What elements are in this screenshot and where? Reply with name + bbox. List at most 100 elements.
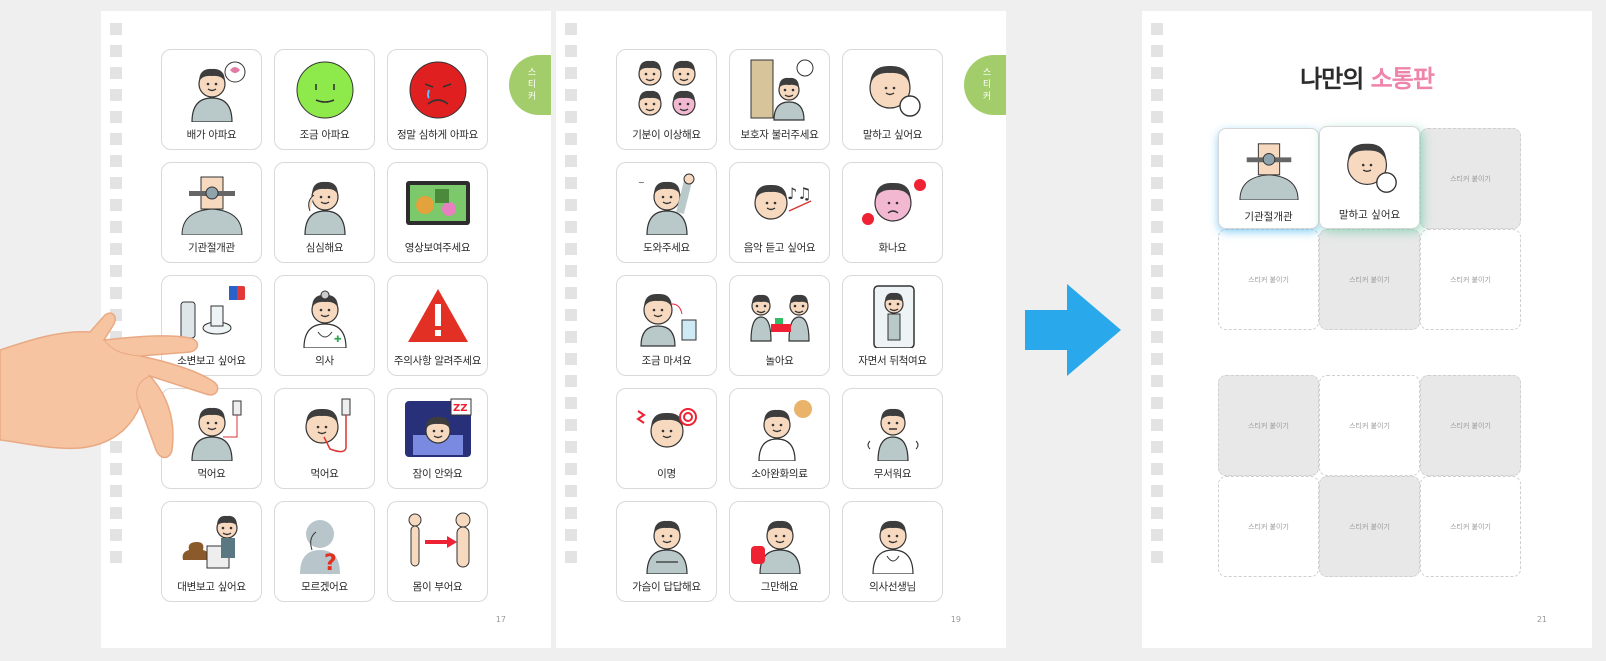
sticker-card[interactable]: 말하고 싶어요 <box>842 49 943 150</box>
sticker-card[interactable]: 의사선생님 <box>842 501 943 602</box>
sticker-label: 기분이 이상해요 <box>632 129 701 141</box>
sticker-card[interactable]: 조금 아파요 <box>274 49 375 150</box>
sticker-card[interactable]: ZZ 잠이 안와요 <box>387 388 488 489</box>
sticker-card[interactable]: 그만해요 <box>729 501 830 602</box>
sticker-label: 조금 마셔요 <box>641 355 692 367</box>
page-21: 나만의 소통판 기관절개관 말하고 싶어요 스티커 붙이기 스티커 붙이기 스티… <box>1142 11 1592 648</box>
sticker-label: 정말 심하게 아파요 <box>397 129 478 141</box>
sticker-label: 가슴이 답답해요 <box>632 581 701 593</box>
toss-turn-icon <box>857 283 929 349</box>
sticker-label: 영상보여주세요 <box>404 242 471 254</box>
sticker-card[interactable]: 무서워요 <box>842 388 943 489</box>
sticker-card[interactable]: ✚ 의사 <box>274 275 375 376</box>
play-icon <box>744 283 816 349</box>
sticker-card[interactable]: 보호자 불러주세요 <box>729 49 830 150</box>
sticker-slot[interactable]: 스티커 붙이기 <box>1319 375 1420 476</box>
sticker-slot[interactable]: 스티커 붙이기 <box>1319 476 1420 577</box>
red-face-icon <box>402 57 474 123</box>
sticker-card[interactable]: 소아완화의료 <box>729 388 830 489</box>
swelling-icon <box>402 509 474 575</box>
sticker-card[interactable]: 기분이 이상해요 <box>616 49 717 150</box>
warning-icon <box>402 283 474 349</box>
sticker-label: 모르겠어요 <box>301 581 348 593</box>
sticker-card[interactable]: 기관절개관 <box>161 162 262 263</box>
sticker-grid: 기분이 이상해요 보호자 불러주세요 말하고 싶어요 ~ 도와주세요 ♪♫ 음악 듣… <box>616 49 943 602</box>
sticker-label: 의사선생님 <box>869 581 916 593</box>
svg-text:~: ~ <box>638 178 645 187</box>
sticker-card[interactable]: 화나요 <box>842 162 943 263</box>
page-number: 17 <box>495 615 506 624</box>
placed-sticker[interactable]: 기관절개관 <box>1218 128 1319 229</box>
communication-board-top: 기관절개관 말하고 싶어요 스티커 붙이기 스티커 붙이기 스티커 붙이기 스티… <box>1218 126 1521 330</box>
sticker-label: 무서워요 <box>873 468 912 480</box>
sticker-card[interactable]: 영상보여주세요 <box>387 162 488 263</box>
binding-holes <box>565 23 577 563</box>
svg-text:?: ? <box>324 551 337 574</box>
sticker-card[interactable]: ♪♫ 음악 듣고 싶어요 <box>729 162 830 263</box>
sticker-slot[interactable]: 스티커 붙이기 <box>1420 229 1521 330</box>
sticker-card[interactable]: 배가 아파요 <box>161 49 262 150</box>
chest-tight-icon <box>631 509 703 575</box>
sticker-card[interactable]: 자면서 뒤척여요 <box>842 275 943 376</box>
drink-icon <box>631 283 703 349</box>
sticker-card[interactable]: 조금 마셔요 <box>616 275 717 376</box>
sticker-label: 화나요 <box>878 242 907 254</box>
help-icon: ~ <box>631 170 703 236</box>
sticker-label: 잠이 안와요 <box>412 468 463 480</box>
sticker-slot[interactable]: 스티커 붙이기 <box>1420 128 1521 229</box>
sticker-label: 조금 아파요 <box>299 129 350 141</box>
sticker-slot[interactable]: 스티커 붙이기 <box>1319 229 1420 330</box>
sticker-label: 주의사항 알려주세요 <box>393 355 482 367</box>
sticker-label: 심심해요 <box>305 242 344 254</box>
angry-icon <box>857 170 929 236</box>
call-guardian-icon <box>744 57 816 123</box>
sticker-card[interactable]: 놀아요 <box>729 275 830 376</box>
sticker-label: 대변보고 싶어요 <box>177 581 246 593</box>
sticker-card[interactable]: 먹어요 <box>274 388 375 489</box>
sticker-card[interactable]: 가슴이 답답해요 <box>616 501 717 602</box>
sticker-label: 이명 <box>657 468 676 480</box>
sticker-slot[interactable]: 스티커 붙이기 <box>1218 375 1319 476</box>
sticker-card[interactable]: 심심해요 <box>274 162 375 263</box>
tube-feeding-icon <box>289 396 361 462</box>
sticker-label: 먹어요 <box>310 468 339 480</box>
sticker-slot[interactable]: 스티커 붙이기 <box>1420 375 1521 476</box>
placed-sticker[interactable]: 말하고 싶어요 <box>1319 126 1420 229</box>
sticker-card[interactable]: 주의사항 알려주세요 <box>387 275 488 376</box>
want-talk-icon <box>1330 135 1410 199</box>
bored-icon <box>289 170 361 236</box>
sticker-tab[interactable]: 스티커 <box>509 55 551 115</box>
sticker-label: 소아완화의료 <box>751 468 808 480</box>
sticker-slot[interactable]: 스티커 붙이기 <box>1218 229 1319 330</box>
tracheostomy-icon <box>1229 137 1309 201</box>
sticker-card[interactable]: 정말 심하게 아파요 <box>387 49 488 150</box>
sticker-slot[interactable]: 스티커 붙이기 <box>1218 476 1319 577</box>
doctor-icon: ✚ <box>289 283 361 349</box>
doctor-female-icon <box>857 509 929 575</box>
sticker-label: 놀아요 <box>765 355 794 367</box>
video-screen-icon <box>402 170 474 236</box>
four-faces-icon <box>631 57 703 123</box>
svg-text:♪♫: ♪♫ <box>787 184 812 203</box>
sticker-tab[interactable]: 스티커 <box>964 55 1006 115</box>
sticker-card[interactable]: 몸이 부어요 <box>387 501 488 602</box>
stop-icon <box>744 509 816 575</box>
sticker-label: 말하고 싶어요 <box>862 129 923 141</box>
binding-holes <box>1151 23 1163 563</box>
sticker-card[interactable]: ~ 도와주세요 <box>616 162 717 263</box>
sticker-label: 도와주세요 <box>643 242 690 254</box>
sticker-card[interactable]: 대변보고 싶어요 <box>161 501 262 602</box>
svg-text:✚: ✚ <box>334 335 342 345</box>
sticker-label: 그만해요 <box>760 581 799 593</box>
scared-icon <box>857 396 929 462</box>
sticker-label: 보호자 불러주세요 <box>740 129 819 141</box>
sticker-slot[interactable]: 스티커 붙이기 <box>1420 476 1521 577</box>
sticker-label: 기관절개관 <box>188 242 235 254</box>
right-arrow-icon <box>1025 284 1121 376</box>
bowel-icon <box>176 509 248 575</box>
sticker-card[interactable]: 이명 <box>616 388 717 489</box>
want-talk-icon <box>857 57 929 123</box>
svg-text:ZZ: ZZ <box>453 403 468 414</box>
sticker-card[interactable]: ? 모르겠어요 <box>274 501 375 602</box>
palliative-icon <box>744 396 816 462</box>
